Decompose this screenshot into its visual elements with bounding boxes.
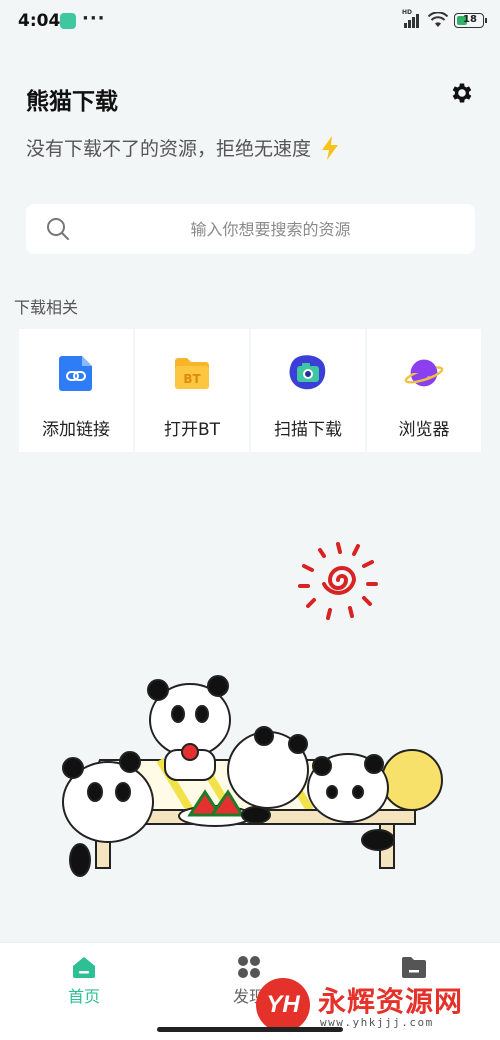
watermark-text: 永辉资源网 xyxy=(318,985,464,1018)
more-notifications-icon: ··· xyxy=(82,8,106,29)
status-time: 4:04 xyxy=(18,11,61,31)
search-icon xyxy=(47,218,69,240)
wifi-icon xyxy=(428,12,448,27)
planet-icon xyxy=(404,359,444,387)
add-link-button[interactable]: 添加链接 xyxy=(19,329,133,452)
watermark: YH 永辉资源网 www.yhkjjj.com xyxy=(256,976,500,1034)
nav-label-home: 首页 xyxy=(67,987,100,1006)
open-bt-label: 打开BT xyxy=(163,420,221,440)
notification-app-icon xyxy=(60,13,76,29)
svg-text:BT: BT xyxy=(183,372,201,386)
cellular-signal-icon: HD xyxy=(402,9,422,28)
scan-download-label: 扫描下载 xyxy=(274,420,342,440)
home-icon xyxy=(73,957,95,978)
watermark-logo: YH xyxy=(256,978,310,1032)
open-bt-button[interactable]: BT 打开BT xyxy=(135,329,249,452)
browser-label: 浏览器 xyxy=(398,420,450,440)
slogan-text: 没有下载不了的资源，拒绝无速度 xyxy=(26,138,312,160)
gear-icon xyxy=(452,83,472,103)
sun-icon xyxy=(298,542,378,620)
settings-button[interactable] xyxy=(447,78,477,108)
link-icon xyxy=(59,356,92,391)
battery-icon: 18 xyxy=(454,12,487,28)
browser-button[interactable]: 浏览器 xyxy=(367,329,481,452)
status-bar: 4:04 ··· HD 18 xyxy=(0,0,500,44)
app-title: 熊猫下载 xyxy=(26,89,118,115)
nav-item-home[interactable]: 首页 xyxy=(39,955,129,1007)
search-input[interactable] xyxy=(86,204,455,254)
slogan: 没有下载不了的资源，拒绝无速度 xyxy=(26,134,341,161)
camera-icon xyxy=(289,355,326,390)
home-indicator[interactable] xyxy=(157,1027,343,1032)
bt-folder-icon: BT xyxy=(175,358,209,389)
download-tools: 添加链接 BT 打开BT 扫描下载 浏览器 xyxy=(19,329,481,452)
lightning-icon xyxy=(322,135,339,160)
pandas-illustration xyxy=(62,542,443,877)
section-title-download: 下载相关 xyxy=(14,298,79,317)
search-bar[interactable] xyxy=(26,204,475,254)
add-link-label: 添加链接 xyxy=(42,420,110,440)
scan-download-button[interactable]: 扫描下载 xyxy=(251,329,365,452)
